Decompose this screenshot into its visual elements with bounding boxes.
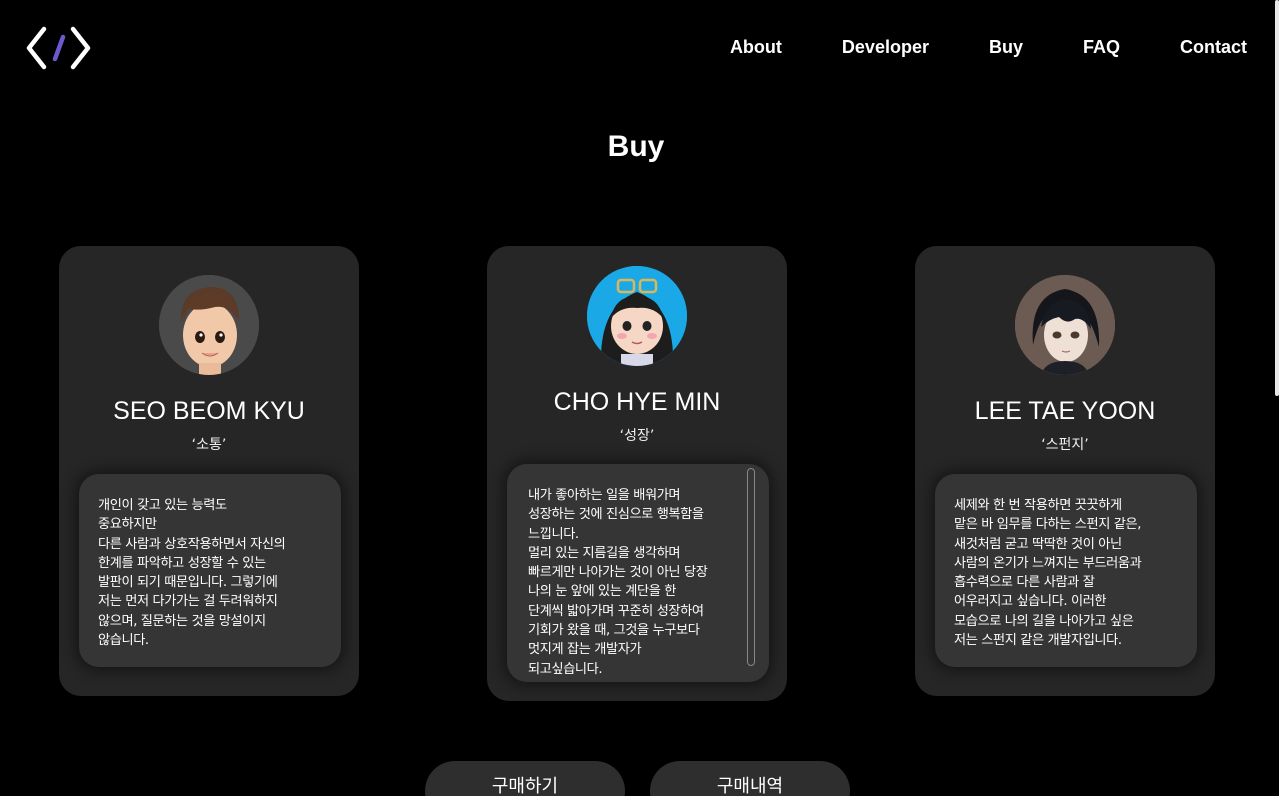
purchase-history-button[interactable]: 구매내역 <box>650 761 850 796</box>
member-description-box: 세제와 한 번 작용하면 끗끗하게 맡은 바 임무를 다하는 스펀지 같은, 새… <box>935 474 1197 667</box>
nav-faq[interactable]: FAQ <box>1083 36 1120 58</box>
buy-button[interactable]: 구매하기 <box>425 761 625 796</box>
avatar <box>159 275 259 375</box>
member-description-box[interactable]: 내가 좋아하는 일을 배워가며 성장하는 것에 진심으로 행복함을 느낍니다. … <box>507 464 769 682</box>
member-card: SEO BEOM KYU ‘소통’ 개인이 갖고 있는 능력도 중요하지만 다른… <box>59 246 359 696</box>
nav-buy[interactable]: Buy <box>989 36 1023 58</box>
code-brackets-icon[interactable] <box>26 26 92 70</box>
top-nav: About Developer Buy FAQ Contact <box>730 36 1247 58</box>
nav-contact[interactable]: Contact <box>1180 36 1247 58</box>
avatar <box>587 266 687 366</box>
member-name: SEO BEOM KYU <box>113 397 305 425</box>
page: About Developer Buy FAQ Contact Buy SEO … <box>0 0 1279 796</box>
member-name: LEE TAE YOON <box>974 397 1156 425</box>
nav-developer[interactable]: Developer <box>842 36 929 58</box>
member-description: 세제와 한 번 작용하면 끗끗하게 맡은 바 임무를 다하는 스펀지 같은, 새… <box>954 498 1142 649</box>
member-keyword: ‘스펀지’ <box>1041 437 1089 453</box>
nav-about[interactable]: About <box>730 36 782 58</box>
member-description: 개인이 갖고 있는 능력도 중요하지만 다른 사람과 상호작용하면서 자신의 한… <box>98 498 286 649</box>
page-scrollbar[interactable] <box>1275 0 1279 396</box>
member-card: LEE TAE YOON ‘스펀지’ 세제와 한 번 작용하면 끗끗하게 맡은 … <box>915 246 1215 696</box>
member-description-box: 개인이 갖고 있는 능력도 중요하지만 다른 사람과 상호작용하면서 자신의 한… <box>79 474 341 667</box>
member-name: CHO HYE MIN <box>553 388 721 416</box>
member-description: 내가 좋아하는 일을 배워가며 성장하는 것에 진심으로 행복함을 느낍니다. … <box>528 488 708 677</box>
description-scrollbar[interactable] <box>747 468 755 666</box>
section-title: Buy <box>607 130 665 163</box>
avatar <box>1015 275 1115 375</box>
member-card: CHO HYE MIN ‘성장’ 내가 좋아하는 일을 배워가며 성장하는 것에… <box>487 246 787 701</box>
member-keyword: ‘성장’ <box>619 428 655 444</box>
member-keyword: ‘소통’ <box>191 437 227 453</box>
